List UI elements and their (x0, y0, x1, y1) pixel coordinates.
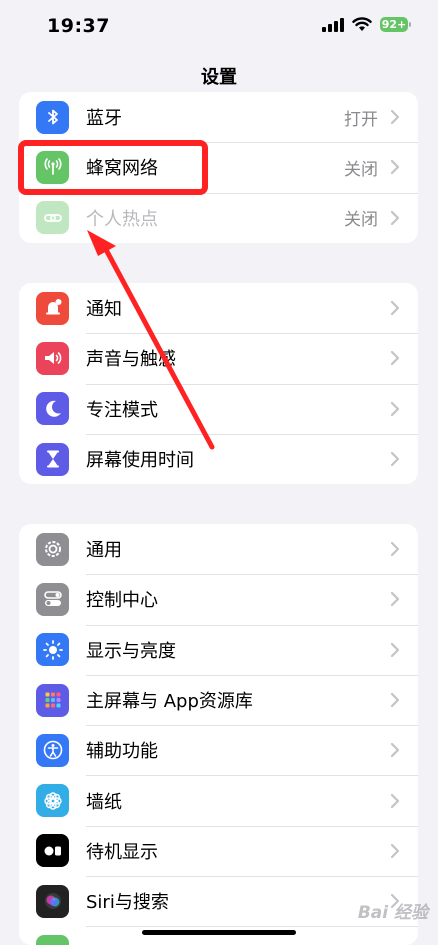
home-indicator (142, 930, 296, 935)
annotation-arrow-icon (87, 230, 215, 450)
watermark-logo: Bai 经验 (357, 903, 428, 923)
